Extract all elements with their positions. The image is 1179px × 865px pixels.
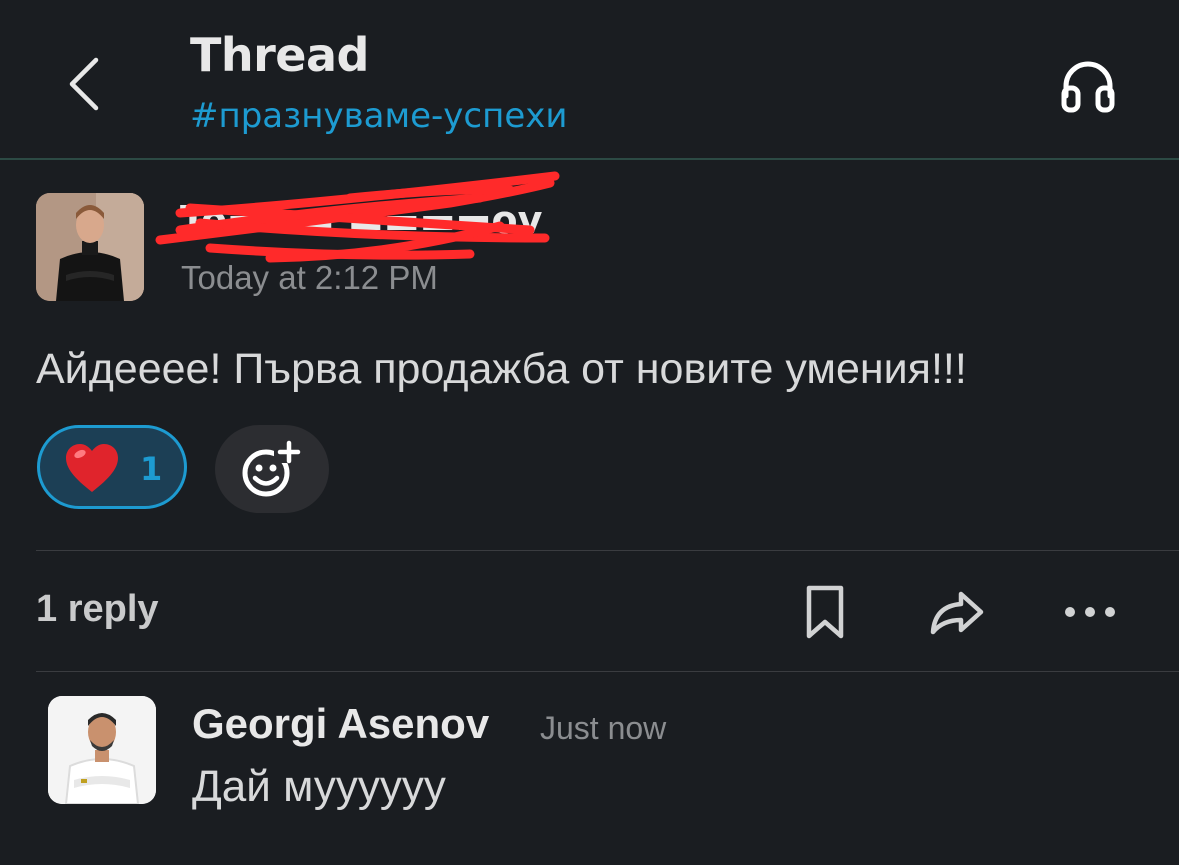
message-text: Айдееее! Първа продажба от новите умения… bbox=[36, 345, 967, 393]
more-actions-button[interactable] bbox=[1060, 582, 1120, 642]
more-horizontal-icon bbox=[1065, 607, 1115, 617]
reply-text: Дай муууууу bbox=[192, 762, 446, 811]
message-timestamp: Today at 2:12 PM bbox=[181, 259, 438, 296]
bookmark-icon bbox=[806, 585, 844, 639]
avatar[interactable] bbox=[36, 193, 144, 301]
reaction-count: 1 bbox=[140, 450, 163, 488]
reaction-heart[interactable]: 1 bbox=[37, 425, 187, 509]
save-button[interactable] bbox=[795, 582, 855, 642]
page-title: Thread bbox=[190, 28, 369, 82]
reply-count: 1 reply bbox=[36, 588, 159, 630]
avatar-photo bbox=[48, 696, 156, 804]
back-button[interactable] bbox=[58, 52, 114, 116]
divider bbox=[36, 671, 1179, 672]
huddle-button[interactable] bbox=[1058, 56, 1118, 116]
heart-emoji-icon bbox=[66, 444, 118, 492]
avatar-photo bbox=[36, 193, 144, 301]
redaction-scribble bbox=[155, 171, 560, 263]
chevron-left-icon bbox=[69, 57, 99, 111]
thread-header: Thread #празнуваме-успехи bbox=[0, 0, 1179, 160]
avatar[interactable] bbox=[48, 696, 156, 804]
divider bbox=[36, 550, 1179, 551]
reply-timestamp: Just now bbox=[540, 710, 667, 746]
add-reaction-button[interactable] bbox=[215, 425, 329, 513]
add-emoji-icon bbox=[242, 440, 301, 497]
share-icon bbox=[930, 591, 984, 635]
share-button[interactable] bbox=[927, 582, 987, 642]
channel-link[interactable]: #празнуваме-успехи bbox=[190, 96, 567, 136]
headphones-icon bbox=[1061, 61, 1115, 113]
reply-author-name[interactable]: Georgi Asenov bbox=[192, 700, 489, 748]
